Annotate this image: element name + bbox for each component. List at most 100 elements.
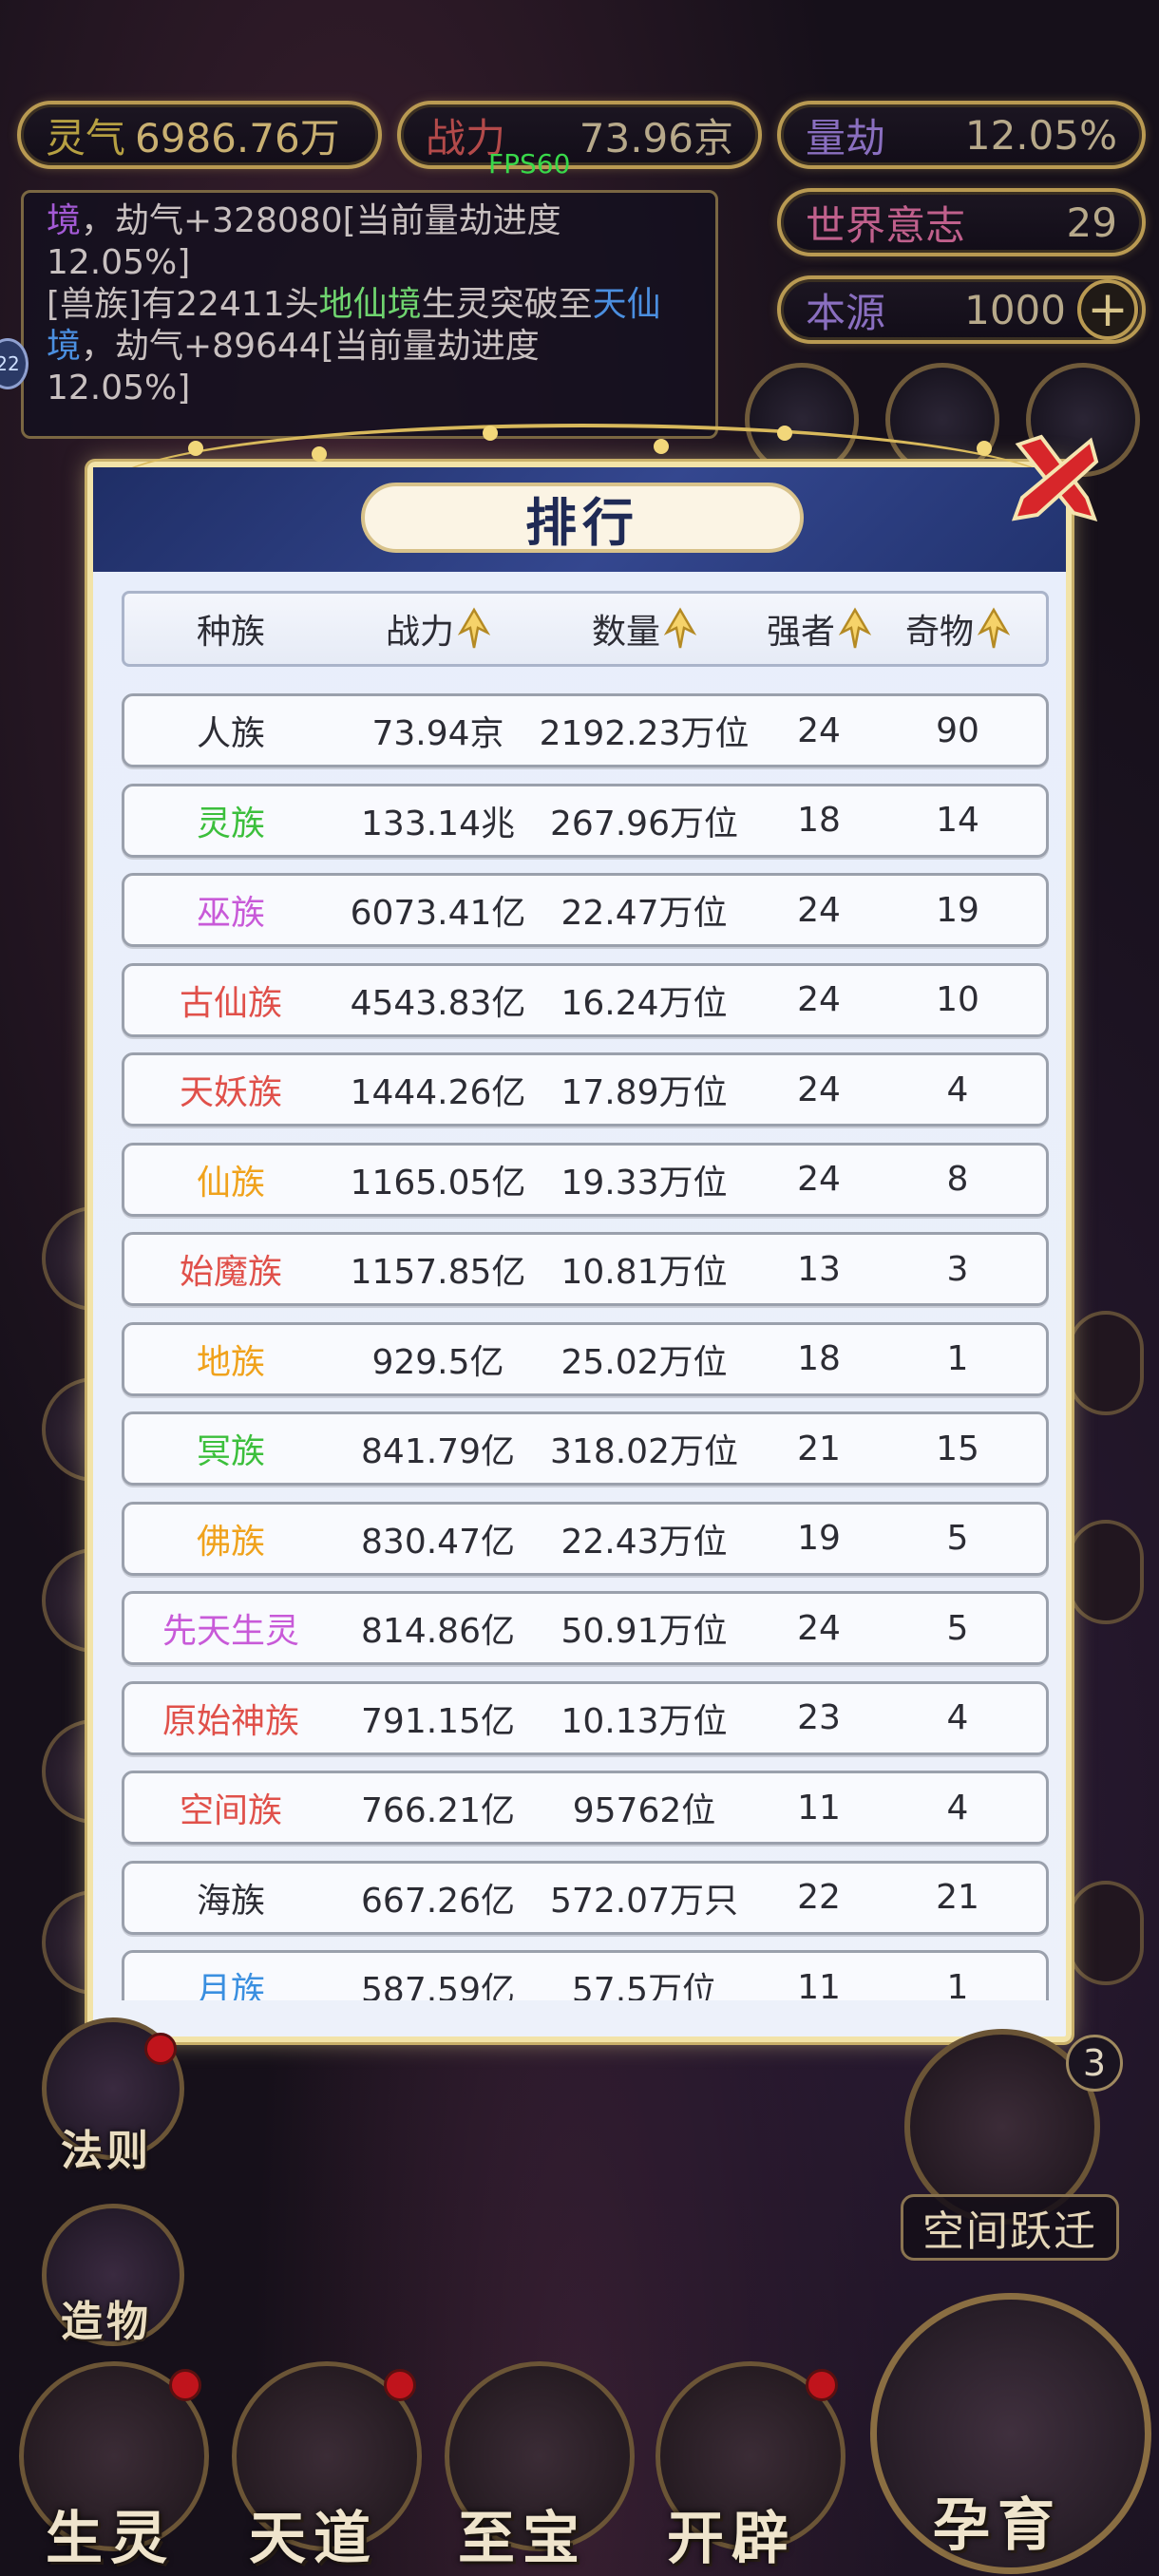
strong-cell: 18 [797, 1339, 841, 1378]
frame-gem [188, 441, 203, 456]
benyuan-resource: 本源 1000 + [777, 275, 1146, 344]
close-button[interactable] [1005, 427, 1104, 526]
race-cell: 始魔族 [179, 1253, 282, 1292]
frame-gem [483, 426, 498, 441]
table-row[interactable]: 海族 667.26亿 572.07万只 22 21 [122, 1860, 1049, 1935]
close-icon[interactable] [1005, 427, 1104, 526]
table-row[interactable]: 先天生灵 814.86亿 50.91万位 24 5 [122, 1591, 1049, 1665]
table-row[interactable]: 地族 929.5亿 25.02万位 18 1 [122, 1321, 1049, 1396]
table-row[interactable]: 人族 73.94京 2192.23万位 24 90 [122, 693, 1049, 767]
strong-cell: 21 [797, 1429, 841, 1468]
column-header: 种族 战力 数量 强者 奇物 [122, 591, 1049, 667]
notification-dot [384, 2369, 416, 2401]
power-cell: 1444.26亿 [350, 1073, 526, 1112]
table-row[interactable]: 天妖族 1444.26亿 17.89万位 24 4 [122, 1052, 1049, 1127]
count-cell: 22.43万位 [560, 1522, 728, 1562]
strong-cell: 23 [797, 1698, 841, 1737]
count-cell: 10.81万位 [560, 1253, 728, 1292]
shijie-value: 29 [1066, 199, 1117, 246]
strong-cell: 24 [797, 890, 841, 930]
power-cell: 1165.05亿 [350, 1163, 526, 1203]
items-cell: 90 [936, 710, 979, 750]
liangjie-resource: 量劫 12.05% [777, 101, 1146, 169]
col-power[interactable]: 战力 [337, 604, 539, 653]
power-cell: 667.26亿 [361, 1881, 515, 1921]
strong-cell: 13 [797, 1249, 841, 1289]
power-cell: 133.14兆 [361, 804, 515, 843]
liangjie-label: 量劫 [806, 114, 886, 161]
items-cell: 19 [936, 890, 979, 930]
race-cell: 人族 [196, 714, 265, 753]
col-count[interactable]: 数量 [539, 604, 750, 653]
race-cell: 天妖族 [179, 1073, 282, 1112]
power-cell: 929.5亿 [371, 1342, 504, 1382]
table-row[interactable]: 原始神族 791.15亿 10.13万位 23 4 [122, 1680, 1049, 1755]
lingqi-label: 灵气 [46, 114, 126, 161]
count-cell: 95762位 [572, 1791, 716, 1830]
table-row[interactable]: 月族 587.59亿 57.5万位 11 1 [122, 1950, 1049, 2000]
zhanli-value: 73.96京 [579, 114, 733, 161]
count-cell: 10.13万位 [560, 1701, 728, 1741]
strong-cell: 24 [797, 980, 841, 1019]
kongjian-label: 空间跃迁 [901, 2194, 1119, 2261]
col-items[interactable]: 奇物 [888, 604, 1027, 653]
race-cell: 冥族 [196, 1432, 265, 1471]
add-benyuan-button[interactable]: + [1077, 279, 1138, 340]
count-cell: 57.5万位 [571, 1971, 717, 2000]
race-cell: 古仙族 [179, 983, 282, 1023]
sort-arrow-icon[interactable] [978, 607, 1010, 651]
strong-cell: 24 [797, 1070, 841, 1109]
notification-dot [169, 2369, 201, 2401]
race-cell: 原始神族 [162, 1701, 299, 1741]
power-cell: 766.21亿 [361, 1791, 515, 1830]
count-cell: 572.07万只 [550, 1881, 738, 1921]
power-cell: 73.94京 [371, 714, 504, 753]
items-cell: 4 [946, 1698, 969, 1737]
race-cell: 地族 [196, 1342, 265, 1382]
side-menu-icon[interactable] [1068, 1881, 1144, 1985]
items-cell: 10 [936, 980, 979, 1019]
power-cell: 587.59亿 [361, 1971, 515, 2000]
sort-arrow-icon[interactable] [458, 607, 490, 651]
zhanli-resource: 战力 73.96京 [397, 101, 762, 169]
count-cell: 2192.23万位 [539, 714, 750, 753]
table-row[interactable]: 佛族 830.47亿 22.43万位 19 5 [122, 1501, 1049, 1576]
count-cell: 22.47万位 [560, 894, 728, 933]
log-line: 12.05%] [47, 369, 191, 407]
tiandao-label: 天道 [249, 2506, 378, 2572]
table-row[interactable]: 古仙族 4543.83亿 16.24万位 24 10 [122, 962, 1049, 1037]
count-cell: 16.24万位 [560, 983, 728, 1023]
col-race[interactable]: 种族 [124, 604, 337, 653]
faze-label: 法则 [61, 2127, 152, 2175]
count-cell: 17.89万位 [560, 1073, 728, 1112]
col-strong[interactable]: 强者 [750, 604, 888, 653]
items-cell: 14 [936, 801, 979, 840]
ranking-list[interactable]: 人族 73.94京 2192.23万位 24 90 灵族 133.14兆 267.96万位 18… [122, 693, 1049, 2000]
race-cell: 空间族 [179, 1791, 282, 1830]
zhibao-label: 至宝 [458, 2506, 587, 2572]
table-row[interactable]: 灵族 133.14兆 267.96万位 18 14 [122, 783, 1049, 858]
sort-arrow-icon[interactable] [839, 607, 871, 651]
frame-gem [977, 441, 992, 456]
table-row[interactable]: 始魔族 1157.85亿 10.81万位 13 3 [122, 1232, 1049, 1306]
table-row[interactable]: 巫族 6073.41亿 22.47万位 24 19 [122, 873, 1049, 947]
strong-cell: 11 [797, 1967, 841, 2001]
count-cell: 267.96万位 [550, 804, 738, 843]
items-cell: 1 [946, 1967, 969, 2001]
power-cell: 830.47亿 [361, 1522, 515, 1562]
side-menu-icon[interactable] [1068, 1311, 1144, 1415]
notification-dot [144, 2033, 177, 2065]
power-cell: 814.86亿 [361, 1612, 515, 1651]
frame-gem [777, 426, 792, 441]
log-line: 12.05%] [47, 243, 191, 282]
table-row[interactable]: 仙族 1165.05亿 19.33万位 24 8 [122, 1142, 1049, 1217]
strong-cell: 24 [797, 1160, 841, 1199]
yunyu-label: 孕育 [933, 2492, 1062, 2559]
side-menu-icon[interactable] [1068, 1520, 1144, 1624]
lingqi-resource: 灵气 6986.76万 [17, 101, 382, 169]
ranking-dialog: 排行 种族 战力 数量 强者 奇物 人族 73.94京 2192.23万位 24 90 灵… [87, 424, 1099, 2042]
table-row[interactable]: 空间族 766.21亿 95762位 11 4 [122, 1771, 1049, 1845]
sort-arrow-icon[interactable] [664, 607, 696, 651]
race-cell: 海族 [196, 1881, 265, 1921]
table-row[interactable]: 冥族 841.79亿 318.02万位 21 15 [122, 1411, 1049, 1486]
